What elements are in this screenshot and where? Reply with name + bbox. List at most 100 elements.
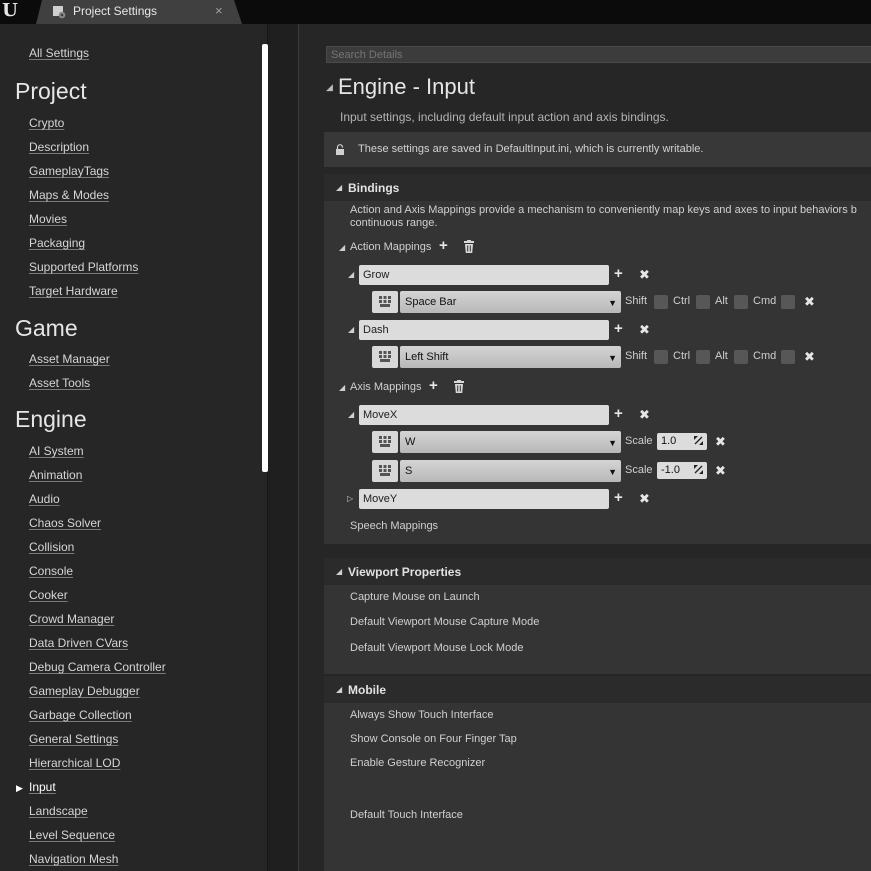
delete-icon[interactable]: ✖: [639, 268, 650, 281]
delete-icon[interactable]: ✖: [715, 435, 726, 448]
key-capture-button[interactable]: [372, 291, 398, 313]
scale-input[interactable]: 1.0: [657, 433, 707, 450]
key-capture-button[interactable]: [372, 346, 398, 368]
action-name-field[interactable]: Grow: [359, 265, 609, 285]
panel-splitter[interactable]: [268, 24, 298, 871]
modifier-cmd-checkbox[interactable]: [781, 350, 795, 364]
sidebar-item-gameplay-debugger[interactable]: Gameplay Debugger: [29, 684, 140, 698]
scale-input[interactable]: -1.0: [657, 462, 707, 479]
delete-icon[interactable]: ✖: [804, 295, 815, 308]
sidebar-item-all-settings[interactable]: All Settings: [29, 46, 89, 60]
key-dropdown-value: Space Bar: [405, 296, 457, 308]
bindings-header[interactable]: ◢ Bindings: [324, 174, 871, 201]
add-icon[interactable]: +: [439, 238, 448, 253]
mobile-prop-label: Show Console on Four Finger Tap: [350, 733, 517, 745]
sidebar-header-engine: Engine: [15, 406, 87, 432]
unreal-logo-icon: U: [2, 0, 18, 21]
sidebar-item-data-driven-cvars[interactable]: Data Driven CVars: [29, 636, 128, 650]
delete-icon[interactable]: ✖: [639, 323, 650, 336]
tab-project-settings[interactable]: Project Settings ×: [36, 0, 242, 24]
dropdown-caret-icon: ▼: [608, 298, 617, 308]
search-input[interactable]: [326, 46, 871, 63]
sidebar-item-asset-manager[interactable]: Asset Manager: [29, 352, 110, 366]
viewport-header[interactable]: ◢ Viewport Properties: [324, 558, 871, 585]
sidebar-item-navigation-mesh[interactable]: Navigation Mesh: [29, 852, 118, 866]
key-dropdown[interactable]: Space Bar ▼: [400, 291, 621, 313]
dropdown-caret-icon: ▼: [608, 353, 617, 363]
sidebar-item-console[interactable]: Console: [29, 564, 73, 578]
modifier-cmd-checkbox[interactable]: [781, 295, 795, 309]
delete-icon[interactable]: ✖: [715, 464, 726, 477]
action-name-field[interactable]: Dash: [359, 320, 609, 340]
collapse-arrow-icon[interactable]: ◢: [339, 243, 345, 252]
bindings-description-line2: continuous range.: [350, 217, 438, 229]
modifier-shift-checkbox[interactable]: [654, 295, 668, 309]
sidebar-item-animation[interactable]: Animation: [29, 468, 82, 482]
add-icon[interactable]: +: [614, 266, 623, 281]
axis-name-field[interactable]: MoveY: [359, 489, 609, 509]
trash-icon[interactable]: [463, 240, 475, 253]
collapse-arrow-icon: ◢: [336, 183, 343, 192]
add-icon[interactable]: +: [614, 406, 623, 421]
key-capture-button[interactable]: [372, 431, 398, 453]
key-dropdown[interactable]: W ▼: [400, 431, 621, 453]
sidebar-item-hierarchical-lod[interactable]: Hierarchical LOD: [29, 756, 120, 770]
sidebar-item-audio[interactable]: Audio: [29, 492, 60, 506]
delete-icon[interactable]: ✖: [639, 408, 650, 421]
mobile-prop-label: Enable Gesture Recognizer: [350, 757, 486, 769]
add-icon[interactable]: +: [614, 321, 623, 336]
sidebar-item-packaging[interactable]: Packaging: [29, 236, 85, 250]
key-dropdown[interactable]: Left Shift ▼: [400, 346, 621, 368]
collapse-arrow-icon[interactable]: ◢: [348, 410, 354, 419]
axis-name-field[interactable]: MoveX: [359, 405, 609, 425]
collapse-arrow-icon[interactable]: ◢: [348, 270, 354, 279]
active-arrow-icon: ▶: [16, 783, 23, 793]
sidebar-item-debug-camera-controller[interactable]: Debug Camera Controller: [29, 660, 166, 674]
modifier-ctrl-checkbox[interactable]: [696, 350, 710, 364]
expand-arrow-icon[interactable]: ▷: [347, 494, 353, 503]
key-dropdown[interactable]: S ▼: [400, 460, 621, 482]
trash-icon[interactable]: [453, 380, 465, 393]
sidebar-item-gameplaytags[interactable]: GameplayTags: [29, 164, 109, 178]
key-capture-button[interactable]: [372, 460, 398, 482]
collapse-arrow-icon[interactable]: ◢: [326, 82, 333, 93]
sidebar-item-collision[interactable]: Collision: [29, 540, 74, 554]
sidebar-item-movies[interactable]: Movies: [29, 212, 67, 226]
modifier-alt-checkbox[interactable]: [734, 350, 748, 364]
sidebar-header-project: Project: [15, 78, 87, 104]
sidebar-item-garbage-collection[interactable]: Garbage Collection: [29, 708, 132, 722]
sidebar-item-target-hardware[interactable]: Target Hardware: [29, 284, 118, 298]
modifier-shift-checkbox[interactable]: [654, 350, 668, 364]
mobile-prop-label: Always Show Touch Interface: [350, 709, 494, 721]
drag-handle-icon[interactable]: [693, 464, 704, 475]
drag-handle-icon[interactable]: [693, 435, 704, 446]
sidebar-item-input[interactable]: Input: [29, 780, 56, 794]
sidebar-item-crypto[interactable]: Crypto: [29, 116, 64, 130]
sidebar-item-general-settings[interactable]: General Settings: [29, 732, 118, 746]
add-icon[interactable]: +: [429, 378, 438, 393]
keyboard-icon: [379, 465, 391, 476]
collapse-arrow-icon[interactable]: ◢: [339, 383, 345, 392]
sidebar-item-asset-tools[interactable]: Asset Tools: [29, 376, 90, 390]
mobile-section: ◢ Mobile Always Show Touch Interface Sho…: [324, 676, 871, 871]
sidebar-item-landscape[interactable]: Landscape: [29, 804, 88, 818]
delete-icon[interactable]: ✖: [639, 492, 650, 505]
sidebar-item-crowd-manager[interactable]: Crowd Manager: [29, 612, 114, 626]
collapse-arrow-icon[interactable]: ◢: [348, 325, 354, 334]
sidebar-item-supported-platforms[interactable]: Supported Platforms: [29, 260, 138, 274]
add-icon[interactable]: +: [614, 490, 623, 505]
sidebar-item-ai-system[interactable]: AI System: [29, 444, 84, 458]
mobile-header[interactable]: ◢ Mobile: [324, 676, 871, 703]
collapse-arrow-icon: ◢: [336, 567, 343, 576]
sidebar-item-description[interactable]: Description: [29, 140, 89, 154]
modifier-alt-checkbox[interactable]: [734, 295, 748, 309]
close-icon[interactable]: ×: [215, 3, 223, 18]
sidebar-item-maps-modes[interactable]: Maps & Modes: [29, 188, 109, 202]
sidebar-item-chaos-solver[interactable]: Chaos Solver: [29, 516, 101, 530]
sidebar-item-cooker[interactable]: Cooker: [29, 588, 68, 602]
delete-icon[interactable]: ✖: [804, 350, 815, 363]
modifier-ctrl-checkbox[interactable]: [696, 295, 710, 309]
scale-value: 1.0: [661, 435, 677, 447]
sidebar-item-level-sequence[interactable]: Level Sequence: [29, 828, 115, 842]
viewport-prop-label: Capture Mouse on Launch: [350, 591, 480, 603]
